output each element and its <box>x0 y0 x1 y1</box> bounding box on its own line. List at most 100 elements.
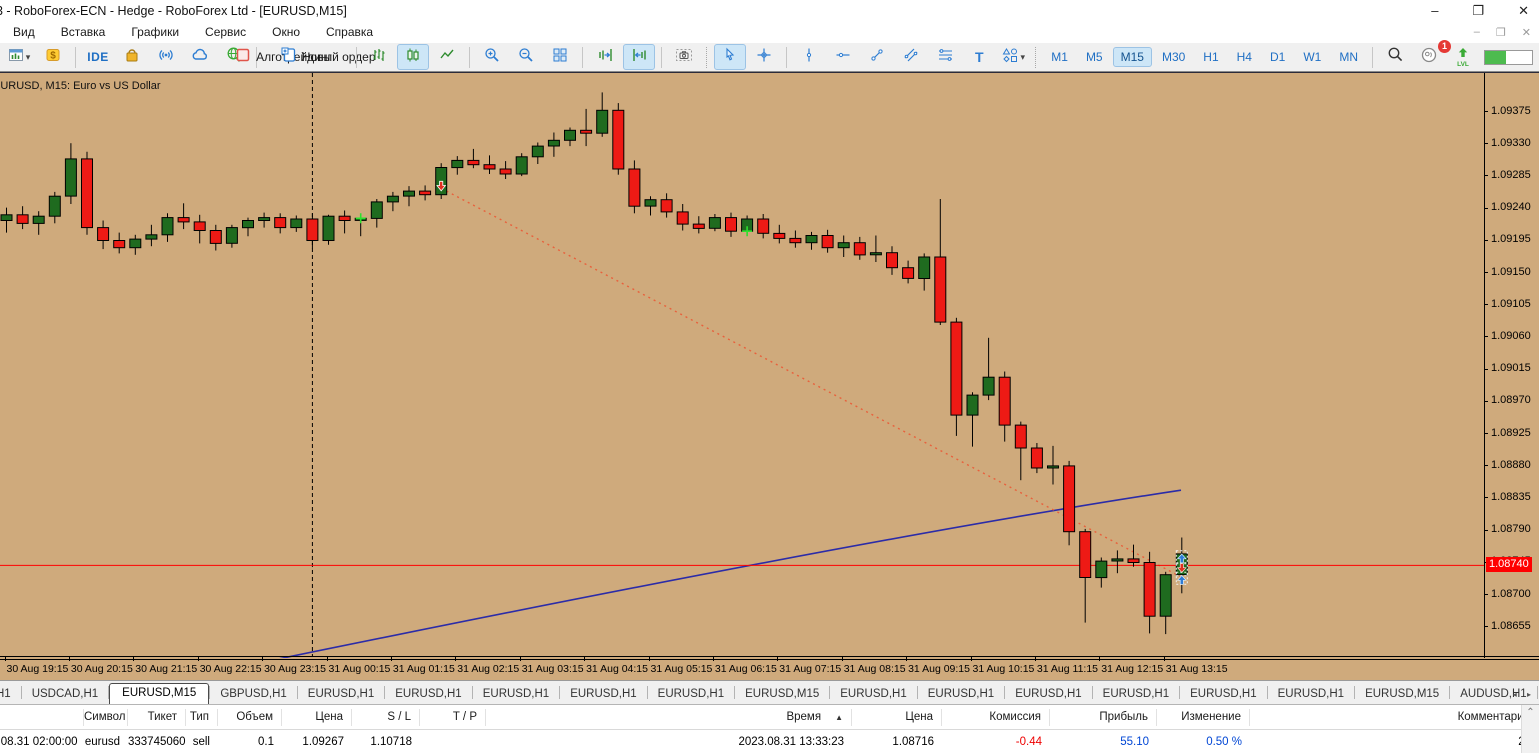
menu-item-Вставка[interactable]: Вставка <box>48 22 119 43</box>
chart-canvas[interactable] <box>0 73 1484 681</box>
candle-body[interactable] <box>950 321 963 416</box>
column-header[interactable]: Цена <box>282 708 352 726</box>
candle-body[interactable] <box>1143 562 1156 617</box>
timeframe-MN[interactable]: MN <box>1331 47 1366 67</box>
candle-body[interactable] <box>1159 574 1172 617</box>
screenshot-button[interactable] <box>668 44 700 70</box>
zoom-in-button[interactable] <box>476 44 508 70</box>
chart-tab-EURUSD,H1[interactable]: EURUSD,H1 <box>648 685 734 704</box>
timeframe-M30[interactable]: M30 <box>1154 47 1193 67</box>
candle-body[interactable] <box>97 227 110 242</box>
candle-body[interactable] <box>161 217 174 236</box>
column-header[interactable]: T / P <box>420 708 486 726</box>
chart-area[interactable]: EURUSD, M15: Euro vs US Dollar 1.09375 1.… <box>0 72 1539 680</box>
chart-tab-EURUSD,H1[interactable]: EURUSD,H1 <box>1005 685 1091 704</box>
candle-body[interactable] <box>773 232 786 239</box>
chart-tab-H1[interactable]: H1 <box>0 685 21 704</box>
column-header[interactable]: Прибыль <box>1050 708 1157 726</box>
trendline-tool-button[interactable] <box>861 44 893 70</box>
chart-tab-EURUSD,H1[interactable]: EURUSD,H1 <box>560 685 646 704</box>
candle-body[interactable] <box>419 190 432 196</box>
candle-body[interactable] <box>1047 465 1059 469</box>
tab-scroll-arrows[interactable]: ◂ ▸ <box>1513 690 1535 699</box>
timeframe-M15[interactable]: M15 <box>1112 47 1152 67</box>
candle-body[interactable] <box>934 256 947 323</box>
menu-item-Справка[interactable]: Справка <box>313 22 386 43</box>
candle-body[interactable] <box>370 201 383 219</box>
candle-body[interactable] <box>48 195 61 217</box>
zoom-out-button[interactable] <box>510 44 542 70</box>
auto-scroll-button[interactable] <box>589 44 621 70</box>
candle-body[interactable] <box>451 159 464 169</box>
chart-tab-EURUSD,M15[interactable]: EURUSD,M15 <box>735 685 829 704</box>
chart-tab-EURUSD,H1[interactable]: EURUSD,H1 <box>473 685 559 704</box>
candle-body[interactable] <box>531 145 544 158</box>
tile-windows-button[interactable] <box>544 44 576 70</box>
candle-body[interactable] <box>64 158 77 197</box>
ide-button[interactable]: IDE <box>82 44 114 70</box>
column-header[interactable]: Время ▲ <box>486 708 852 726</box>
menu-item-Сервис[interactable]: Сервис <box>192 22 259 43</box>
candle-body[interactable] <box>805 235 818 244</box>
candle-body[interactable] <box>1079 531 1092 579</box>
menu-item-Вид[interactable]: Вид <box>0 22 48 43</box>
column-header[interactable]: Тикет <box>128 708 186 726</box>
candle-body[interactable] <box>242 220 254 229</box>
chart-tab-EURUSD,H1[interactable]: EURUSD,H1 <box>1093 685 1179 704</box>
candle-body[interactable] <box>644 199 657 207</box>
bars-chart-button[interactable] <box>363 44 395 70</box>
chart-tab-EURUSD,H1[interactable]: EURUSD,H1 <box>1268 685 1354 704</box>
candle-body[interactable] <box>918 256 931 279</box>
candle-body[interactable] <box>81 158 93 229</box>
candle-body[interactable] <box>564 129 576 141</box>
quotes-button[interactable]: $ <box>37 44 69 70</box>
column-header[interactable]: Изменение <box>1157 708 1250 726</box>
new-chart-button[interactable]: ▾ <box>3 44 35 70</box>
candle-body[interactable] <box>193 221 206 231</box>
candle-body[interactable] <box>16 214 29 224</box>
candle-body[interactable] <box>258 217 271 222</box>
candle-body[interactable] <box>757 218 770 234</box>
chart-tab-EURUSD,H1[interactable]: EURUSD,H1 <box>298 685 384 704</box>
child-close-button[interactable]: ✕ <box>1522 26 1531 39</box>
fibonacci-tool-button[interactable] <box>929 44 961 70</box>
candle-body[interactable] <box>1095 560 1108 579</box>
candle-body[interactable] <box>483 164 496 170</box>
new-order-button[interactable]: Новый ордер <box>281 44 376 70</box>
candle-body[interactable] <box>676 211 689 225</box>
column-header[interactable]: Комментарий <box>1250 708 1539 726</box>
candle-body[interactable] <box>853 242 866 256</box>
crosshair-button[interactable] <box>748 44 780 70</box>
candle-body[interactable] <box>547 139 560 147</box>
child-minimize-button[interactable]: – <box>1474 26 1480 39</box>
chart-tab-EURUSD,H1[interactable]: EURUSD,H1 <box>1180 685 1266 704</box>
candle-body[interactable] <box>386 195 399 203</box>
text-tool-button[interactable]: T <box>963 44 995 70</box>
candle-body[interactable] <box>998 376 1011 426</box>
candle-body[interactable] <box>789 237 802 244</box>
candle-body[interactable] <box>1014 424 1027 449</box>
vertical-line-tool-button[interactable] <box>793 44 825 70</box>
minimize-button[interactable]: – <box>1431 0 1438 22</box>
candle-body[interactable] <box>821 235 834 249</box>
menu-item-Окно[interactable]: Окно <box>259 22 313 43</box>
candles-chart-button[interactable] <box>397 44 430 70</box>
candle-body[interactable] <box>982 376 995 396</box>
candle-body[interactable] <box>338 215 351 221</box>
candle-body[interactable] <box>467 159 480 166</box>
channel-tool-button[interactable] <box>895 44 927 70</box>
menu-item-Графики[interactable]: Графики <box>118 22 192 43</box>
candle-body[interactable] <box>628 168 641 207</box>
candle-body[interactable] <box>225 227 238 244</box>
search-button[interactable] <box>1379 44 1411 70</box>
candle-body[interactable] <box>290 218 303 229</box>
candle-body[interactable] <box>403 190 415 197</box>
candle-body[interactable] <box>145 234 158 240</box>
candle-body[interactable] <box>837 242 850 249</box>
candle-body[interactable] <box>966 394 979 416</box>
candle-body[interactable] <box>499 168 512 175</box>
timeframe-M5[interactable]: M5 <box>1078 47 1111 67</box>
candle-body[interactable] <box>869 252 882 256</box>
column-header[interactable]: S / L <box>352 708 420 726</box>
market-button[interactable] <box>116 44 148 70</box>
